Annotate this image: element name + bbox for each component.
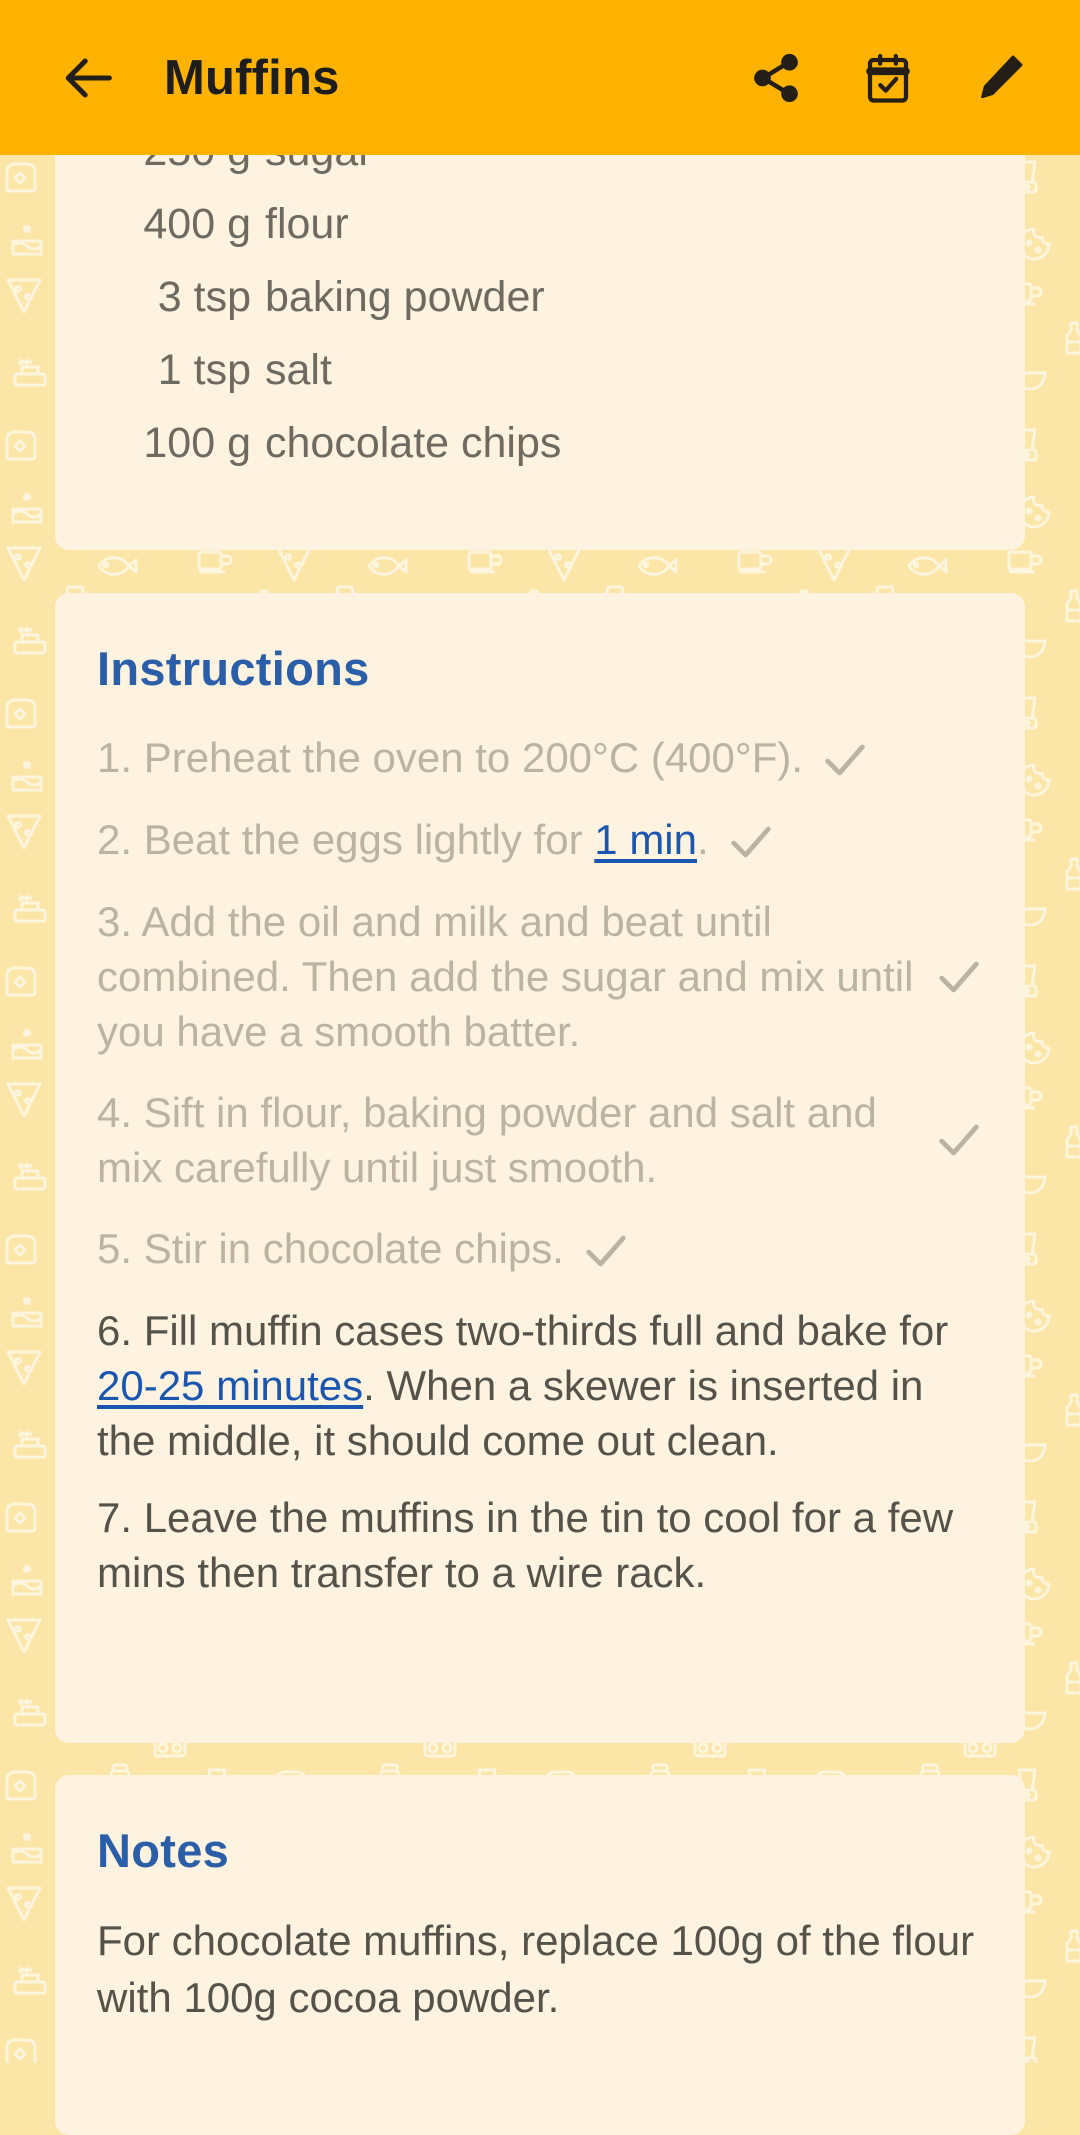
ingredient-row[interactable]: 400 g flour xyxy=(55,188,1025,261)
edit-button[interactable] xyxy=(944,51,1056,105)
notes-card: Notes For chocolate muffins, replace 100… xyxy=(55,1775,1025,2135)
notes-text: For chocolate muffins, replace 100g of t… xyxy=(97,1917,975,2021)
check-icon[interactable] xyxy=(933,1114,985,1166)
calendar-check-icon xyxy=(866,53,910,103)
instruction-step-1[interactable]: 1. Preheat the oven to 200°C (400°F). xyxy=(97,730,985,786)
notes-heading: Notes xyxy=(97,1824,230,1877)
app-bar: Muffins xyxy=(0,0,1080,155)
step-text-prefix: 2. Beat the eggs lightly for xyxy=(97,816,595,863)
instruction-step-text: 4. Sift in flour, baking powder and salt… xyxy=(97,1089,877,1191)
ingredient-quantity: 3 tsp xyxy=(157,273,251,321)
instruction-step-text: 3. Add the oil and milk and beat until c… xyxy=(97,898,914,1055)
timer-link[interactable]: 1 min xyxy=(594,816,697,863)
check-icon[interactable] xyxy=(580,1225,632,1277)
ingredient-name: salt xyxy=(265,346,332,394)
ingredient-quantity: 400 g xyxy=(143,200,251,248)
instruction-step-2[interactable]: 2. Beat the eggs lightly for 1 min. xyxy=(97,812,985,868)
check-icon[interactable] xyxy=(725,816,777,868)
check-icon[interactable] xyxy=(933,951,985,1003)
share-icon xyxy=(754,53,798,102)
instruction-step-text: 7. Leave the muffins in the tin to cool … xyxy=(97,1494,954,1596)
arrow-back-icon xyxy=(65,58,112,97)
ingredient-row[interactable]: 3 tsp baking powder xyxy=(55,261,1025,334)
ingredient-row[interactable]: 1 tsp salt xyxy=(55,334,1025,407)
instruction-step-text: 5. Stir in chocolate chips. xyxy=(97,1225,564,1272)
instruction-step-text: 1. Preheat the oven to 200°C (400°F). xyxy=(97,734,804,781)
instruction-step-4[interactable]: 4. Sift in flour, baking powder and salt… xyxy=(97,1085,985,1195)
instruction-step-text: 6. Fill muffin cases two-thirds full and… xyxy=(97,1303,985,1468)
add-to-calendar-button[interactable] xyxy=(832,51,944,105)
instructions-card: Instructions 1. Preheat the oven to 200°… xyxy=(55,593,1025,1743)
ingredient-name: flour xyxy=(265,200,349,248)
instruction-step-text: 2. Beat the eggs lightly for 1 min. xyxy=(97,812,709,867)
ingredient-quantity: 1 tsp xyxy=(157,346,251,394)
step-text-suffix: . xyxy=(697,816,709,863)
instruction-step-6[interactable]: 6. Fill muffin cases two-thirds full and… xyxy=(97,1303,985,1468)
ingredient-row[interactable]: 100 g chocolate chips xyxy=(55,407,1025,480)
check-icon[interactable] xyxy=(819,734,871,786)
pencil-edit-icon xyxy=(981,55,1023,98)
back-button[interactable] xyxy=(38,49,142,107)
instruction-step-7[interactable]: 7. Leave the muffins in the tin to cool … xyxy=(97,1490,985,1600)
ingredients-list: 250 g sugar 400 g flour 3 tsp baking pow… xyxy=(55,115,1025,480)
timer-link[interactable]: 20-25 minutes xyxy=(97,1362,363,1409)
page-title: Muffins xyxy=(164,50,340,105)
share-button[interactable] xyxy=(720,51,832,105)
instruction-step-3[interactable]: 3. Add the oil and milk and beat until c… xyxy=(97,894,985,1059)
ingredient-quantity: 100 g xyxy=(143,419,251,467)
instructions-heading: Instructions xyxy=(97,642,370,695)
step-text-prefix: 6. Fill muffin cases two-thirds full and… xyxy=(97,1307,949,1354)
ingredient-name: baking powder xyxy=(265,273,545,321)
instruction-step-5[interactable]: 5. Stir in chocolate chips. xyxy=(97,1221,985,1277)
ingredient-name: chocolate chips xyxy=(265,419,562,467)
